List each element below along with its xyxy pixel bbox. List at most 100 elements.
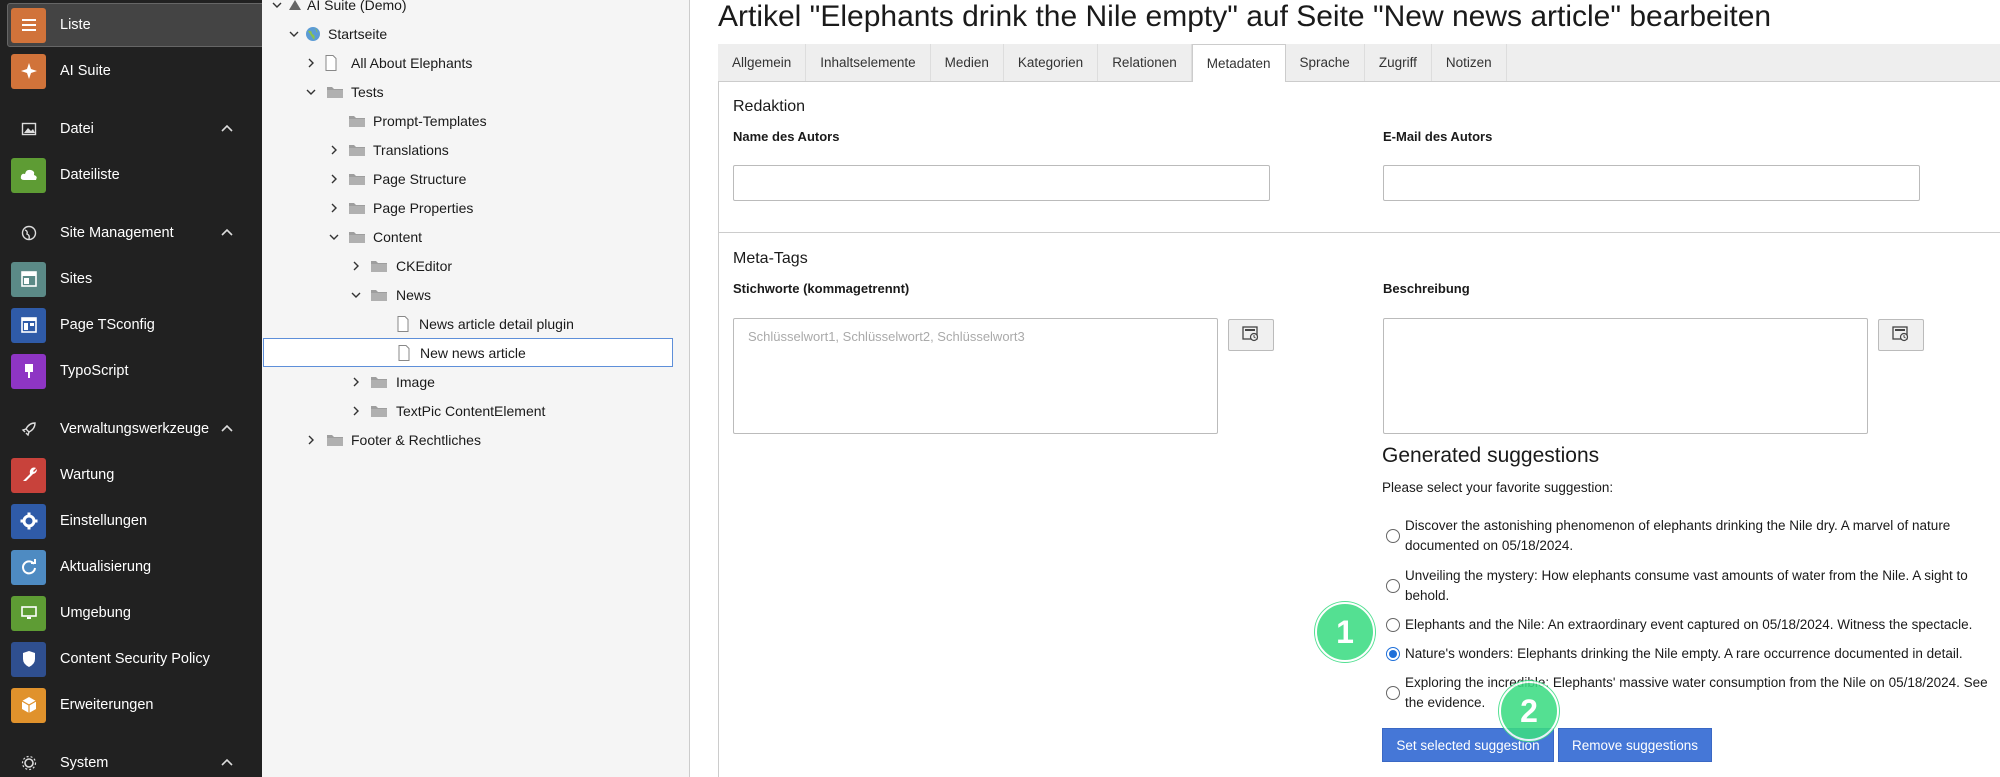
module-typoscript[interactable]: TypoScript (0, 349, 262, 393)
section-title-meta-tags: Meta-Tags (733, 250, 808, 267)
tree-label: Image (396, 373, 435, 390)
chevron-right-icon[interactable] (328, 202, 340, 214)
chevron-down-icon[interactable] (288, 28, 300, 40)
folder-icon (326, 432, 344, 448)
tree-node-startseite[interactable]: Startseite (262, 19, 689, 48)
chevron-right-icon[interactable] (350, 405, 362, 417)
module-menu: Liste AI Suite Datei Dateiliste Site Man… (0, 0, 262, 777)
refresh-icon (11, 549, 46, 585)
module-label: Wartung (60, 467, 115, 483)
group-label: Site Management (60, 225, 174, 241)
chevron-right-icon[interactable] (350, 260, 362, 272)
tree-node-footer[interactable]: Footer & Rechtliches (262, 425, 689, 454)
ai-generate-keywords-button[interactable] (1228, 319, 1274, 351)
group-site-management[interactable]: Site Management (0, 217, 262, 249)
tree-label: CKEditor (396, 257, 453, 274)
group-datei[interactable]: Datei (0, 113, 262, 145)
tab-notizen[interactable]: Notizen (1432, 44, 1507, 81)
step-marker-1: 1 (1315, 602, 1375, 662)
module-liste[interactable]: Liste (7, 3, 262, 47)
globe-icon (20, 224, 38, 242)
suggestion-radio[interactable] (1386, 647, 1400, 661)
suggestion-radio[interactable] (1386, 579, 1400, 593)
author-name-input[interactable] (733, 165, 1270, 201)
remove-suggestions-button[interactable]: Remove suggestions (1558, 728, 1712, 762)
section-divider (719, 232, 2000, 233)
module-label: Umgebung (60, 605, 131, 621)
chevron-right-icon[interactable] (350, 376, 362, 388)
page-title: Artikel "Elephants drink the Nile empty"… (718, 0, 1772, 33)
tree-node-page-properties[interactable]: Page Properties (262, 193, 689, 222)
tab-relationen[interactable]: Relationen (1098, 44, 1192, 81)
globe-page-icon (304, 26, 322, 42)
tab-sprache[interactable]: Sprache (1286, 44, 1365, 81)
tab-kategorien[interactable]: Kategorien (1004, 44, 1099, 81)
module-sites[interactable]: Sites (0, 257, 262, 301)
suggestions-title: Generated suggestions (1382, 444, 1600, 467)
tree-node-textpic[interactable]: TextPic ContentElement (262, 396, 689, 425)
chevron-right-icon[interactable] (305, 434, 317, 446)
group-label: Datei (60, 121, 94, 137)
module-erweiterungen[interactable]: Erweiterungen (0, 683, 262, 727)
module-umgebung[interactable]: Umgebung (0, 591, 262, 635)
tree-node-news-article-detail-plugin[interactable]: News article detail plugin (262, 309, 689, 338)
module-label: Dateiliste (60, 167, 120, 183)
suggestion-option[interactable]: Discover the astonishing phenomenon of e… (1382, 516, 1992, 556)
monitor-icon (11, 595, 46, 631)
tab-inhaltselemente[interactable]: Inhaltselemente (806, 44, 931, 81)
chevron-up-icon (219, 225, 235, 241)
tree-node-new-news-article[interactable]: New news article (263, 338, 673, 367)
group-verwaltungswerkzeuge[interactable]: Verwaltungswerkzeuge (0, 413, 262, 445)
chevron-down-icon[interactable] (305, 86, 317, 98)
author-email-input[interactable] (1383, 165, 1920, 201)
tree-node-ckeditor[interactable]: CKEditor (262, 251, 689, 280)
module-dateiliste[interactable]: Dateiliste (0, 153, 262, 197)
module-wartung[interactable]: Wartung (0, 453, 262, 497)
tree-node-content[interactable]: Content (262, 222, 689, 251)
group-system[interactable]: System (0, 747, 262, 777)
suggestion-radio[interactable] (1386, 686, 1400, 700)
module-page-tsconfig[interactable]: Page TSconfig (0, 303, 262, 347)
tree-node-translations[interactable]: Translations (262, 135, 689, 164)
suggestion-radio[interactable] (1386, 618, 1400, 632)
chevron-down-icon[interactable] (328, 231, 340, 243)
tree-node-news[interactable]: News (262, 280, 689, 309)
chevron-down-icon[interactable] (271, 0, 283, 11)
chevron-right-icon[interactable] (328, 173, 340, 185)
record-editor: Artikel "Elephants drink the Nile empty"… (690, 0, 2000, 777)
suggestion-option-selected[interactable]: Nature's wonders: Elephants drinking the… (1382, 644, 1992, 664)
chevron-right-icon[interactable] (328, 144, 340, 156)
module-ai-suite[interactable]: AI Suite (0, 49, 262, 93)
module-einstellungen[interactable]: Einstellungen (0, 499, 262, 543)
suggestion-option[interactable]: Unveiling the mystery: How elephants con… (1382, 566, 1992, 606)
folder-icon (370, 403, 388, 419)
tree-node-root[interactable]: AI Suite (Demo) (262, 0, 689, 19)
suggestion-option[interactable]: Elephants and the Nile: An extraordinary… (1382, 615, 1992, 635)
folder-icon (370, 374, 388, 390)
module-aktualisierung[interactable]: Aktualisierung (0, 545, 262, 589)
tab-allgemein[interactable]: Allgemein (718, 44, 807, 81)
page-tree: AI Suite (Demo) Startseite All About Ele… (262, 0, 690, 777)
module-label: Erweiterungen (60, 697, 154, 713)
suggestion-radio[interactable] (1386, 529, 1400, 543)
module-label: Aktualisierung (60, 559, 152, 575)
tree-node-image[interactable]: Image (262, 367, 689, 396)
suggestion-option[interactable]: Exploring the incredible: Elephants' mas… (1382, 673, 1992, 713)
ai-generate-description-button[interactable] (1878, 319, 1924, 351)
chevron-down-icon[interactable] (350, 289, 362, 301)
module-content-security-policy[interactable]: Content Security Policy (0, 637, 262, 681)
tab-metadaten[interactable]: Metadaten (1191, 44, 1286, 83)
tab-medien[interactable]: Medien (931, 44, 1004, 81)
tree-node-tests[interactable]: Tests (262, 77, 689, 106)
tree-node-page-structure[interactable]: Page Structure (262, 164, 689, 193)
section-title-redaktion: Redaktion (733, 98, 806, 115)
tree-node-prompt-templates[interactable]: Prompt-Templates (262, 106, 689, 135)
tab-zugriff[interactable]: Zugriff (1365, 44, 1432, 81)
chevron-up-icon (219, 421, 235, 437)
keywords-textarea[interactable]: Schlüsselwort1, Schlüsselwort2, Schlüsse… (733, 318, 1218, 434)
module-label: Page TSconfig (60, 317, 155, 333)
keywords-label: Stichworte (kommagetrennt) (733, 281, 910, 296)
tree-node-all-about-elephants[interactable]: All About Elephants (262, 48, 689, 77)
chevron-right-icon[interactable] (305, 57, 317, 69)
description-textarea[interactable] (1383, 318, 1868, 434)
